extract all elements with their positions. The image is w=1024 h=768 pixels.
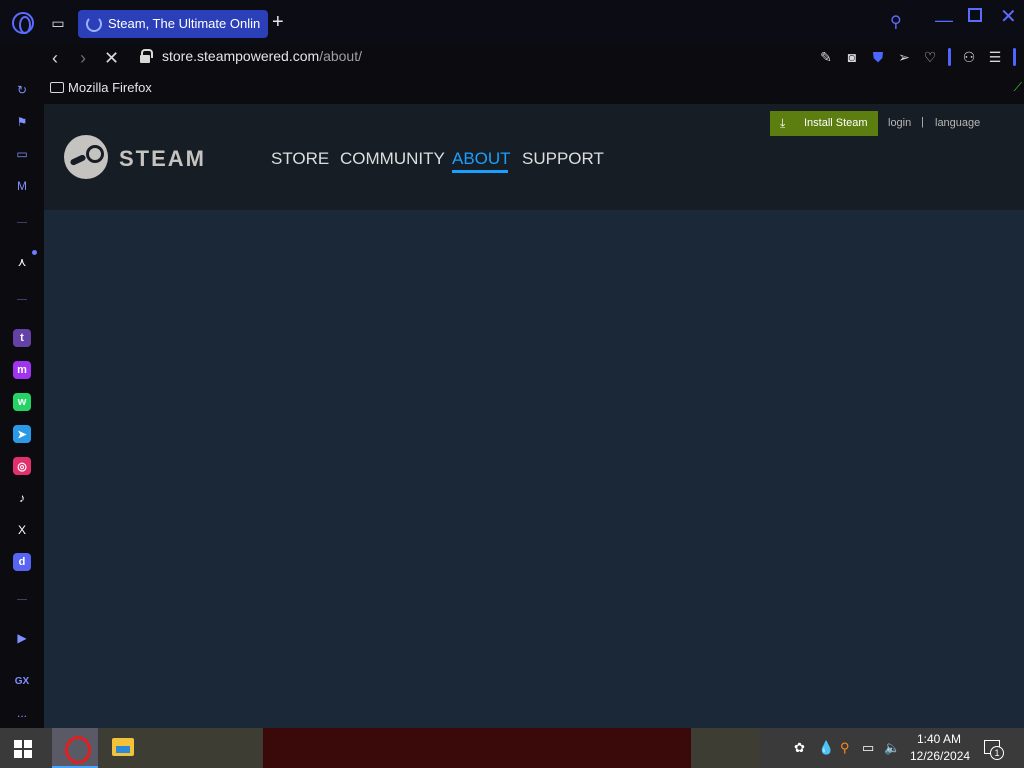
instagram-icon[interactable]: ◎ <box>13 457 31 475</box>
tab-search-icon[interactable]: ⚲ <box>890 12 902 32</box>
x-icon[interactable]: X <box>13 521 31 539</box>
bookmarks-bar: Mozilla Firefox ⟋ <box>44 74 1024 102</box>
send-icon[interactable]: ➢ <box>896 49 912 65</box>
new-tab-button[interactable]: + <box>272 12 290 32</box>
minimize-button[interactable]: — <box>935 10 953 31</box>
lock-icon[interactable] <box>140 49 153 63</box>
bookmark-folder[interactable]: Mozilla Firefox <box>68 80 152 95</box>
install-steam-button[interactable]: ⤓ Install Steam <box>770 111 878 136</box>
url-path: /about/ <box>319 48 363 64</box>
steam-wordmark[interactable]: STEAM <box>119 146 206 172</box>
separator: | <box>921 116 924 128</box>
account-icon[interactable]: ⚇ <box>961 49 977 65</box>
resize-grip-icon: ⟋ <box>1013 80 1022 94</box>
more-icon[interactable]: ... <box>13 704 31 722</box>
divider <box>17 299 27 300</box>
close-window-button[interactable]: ✕ <box>1000 4 1017 29</box>
steam-logo-icon[interactable] <box>64 135 108 179</box>
tray-drop-icon[interactable]: 💧 <box>818 740 834 756</box>
clock-date[interactable]: 12/26/2024 <box>910 749 970 763</box>
back-button[interactable]: ‹ <box>52 48 58 69</box>
address-bar: ‹ › ✕ store.steampowered.com/about/ ✎ ◙ … <box>44 44 1024 74</box>
desktop: ▭ Steam, The Ultimate Onlin + ⚲ — ✕ ‹ › … <box>0 0 1024 768</box>
install-steam-label: Install Steam <box>804 117 868 129</box>
easy-setup-icon[interactable]: ⚑ <box>13 113 31 131</box>
network-icon[interactable]: ▭ <box>862 740 874 756</box>
messenger-icon[interactable]: m <box>13 361 31 379</box>
volume-muted-icon[interactable]: 🔈 <box>884 740 900 756</box>
divider <box>17 222 27 223</box>
vpn-shield-icon[interactable]: ⛊ <box>870 49 886 65</box>
divider <box>948 48 951 66</box>
tab-title: Steam, The Ultimate Onlin <box>108 16 261 31</box>
restore-button[interactable] <box>968 8 982 22</box>
tray-app-icon[interactable]: ✿ <box>794 740 805 756</box>
nav-support[interactable]: SUPPORT <box>522 149 604 169</box>
music-player-icon[interactable]: M <box>13 177 31 195</box>
notification-dot <box>32 250 37 255</box>
whatsapp-icon[interactable]: w <box>13 393 31 411</box>
forward-button[interactable]: › <box>80 48 86 69</box>
steam-header: STEAM STORE COMMUNITY ABOUT SUPPORT ⤓ In… <box>44 104 1024 210</box>
speed-dial-icon[interactable]: ↻ <box>13 81 31 99</box>
clock-time[interactable]: 1:40 AM <box>917 732 961 746</box>
telegram-icon[interactable]: ➤ <box>13 425 31 443</box>
login-link[interactable]: login <box>888 117 911 129</box>
divider <box>17 599 27 600</box>
tab-steam[interactable]: Steam, The Ultimate Onlin <box>78 10 268 38</box>
nav-about[interactable]: ABOUT <box>452 149 511 169</box>
aria-icon[interactable]: ⋏ <box>13 253 31 271</box>
divider <box>1013 48 1016 66</box>
nav-community[interactable]: COMMUNITY <box>340 149 445 169</box>
active-nav-underline <box>452 170 508 173</box>
windows-taskbar: ✿ 💧 ⚲ ▭ 🔈 1:40 AM 12/26/2024 1 <box>0 728 1024 768</box>
download-icon: ⤓ <box>780 116 786 130</box>
taskbar-background <box>263 728 691 768</box>
video-pop-out-icon[interactable]: ▭ <box>13 145 31 163</box>
settings-sliders-icon[interactable]: ☰ <box>987 49 1003 65</box>
discord-icon[interactable]: d <box>13 553 31 571</box>
tray-search-icon[interactable]: ⚲ <box>840 740 850 756</box>
file-explorer-icon[interactable] <box>112 738 134 756</box>
heart-icon[interactable]: ♡ <box>922 49 938 65</box>
windows-start-icon[interactable] <box>14 740 32 758</box>
loading-icon <box>86 16 102 32</box>
player-icon[interactable]: ▶ <box>13 629 31 647</box>
stop-loading-button[interactable]: ✕ <box>104 48 119 69</box>
gx-icon[interactable]: GX <box>13 672 31 690</box>
nav-store[interactable]: STORE <box>271 149 329 169</box>
twitch-icon[interactable]: t <box>13 329 31 347</box>
url-field[interactable]: store.steampowered.com/about/ <box>162 48 362 64</box>
tiktok-icon[interactable]: ♪ <box>13 489 31 507</box>
browser-titlebar: ▭ Steam, The Ultimate Onlin + ⚲ — ✕ <box>0 0 1024 44</box>
url-domain: store.steampowered.com <box>162 48 320 64</box>
browser-sidebar: ↻ ⚑ ▭ M ⋏ t m w ➤ ◎ ♪ X d ▶ GX ... <box>0 74 44 728</box>
opera-menu-icon[interactable] <box>12 12 34 34</box>
address-bar-tools: ✎ ◙ ⛊ ➢ ♡ ⚇ ☰ <box>818 48 1016 66</box>
language-link[interactable]: language <box>935 117 980 129</box>
edit-icon[interactable]: ✎ <box>818 49 834 65</box>
workspaces-icon[interactable]: ▭ <box>48 14 68 32</box>
camera-icon[interactable]: ◙ <box>844 49 860 65</box>
notification-badge: 1 <box>990 746 1004 760</box>
steam-about-page: STEAM STORE COMMUNITY ABOUT SUPPORT ⤓ In… <box>44 104 1024 728</box>
opera-gx-taskbar-icon[interactable] <box>52 728 98 768</box>
folder-icon <box>50 82 64 93</box>
